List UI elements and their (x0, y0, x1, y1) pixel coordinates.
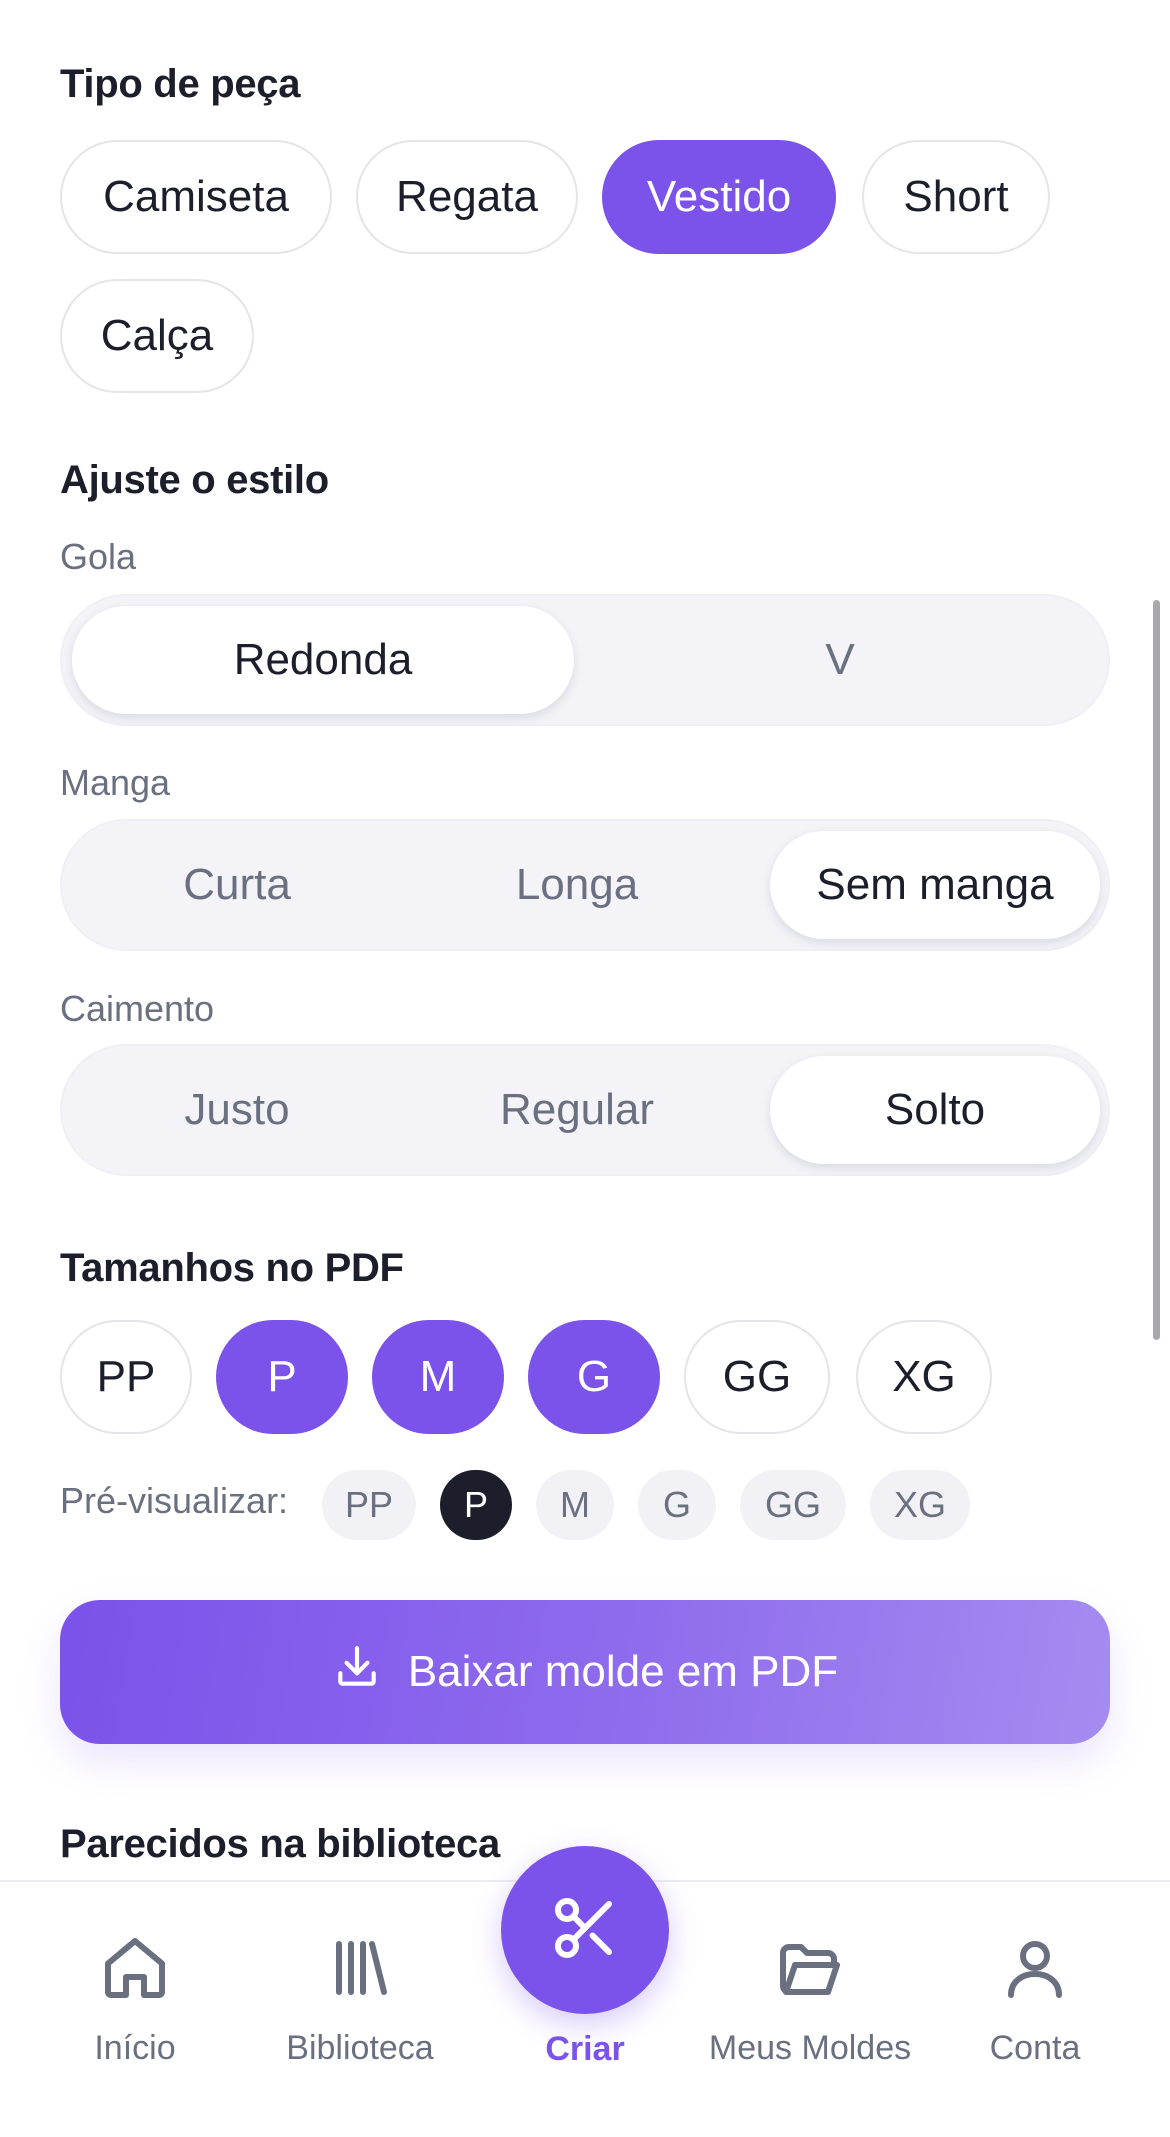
piece-chip-regata[interactable]: Regata (356, 140, 578, 254)
library-icon (324, 1932, 396, 2009)
piece-chip-short[interactable]: Short (862, 140, 1050, 254)
caimento-option-solto[interactable]: Solto (770, 1056, 1100, 1164)
caimento-option-regular[interactable]: Regular (412, 1056, 742, 1164)
preview-chip-xg[interactable]: XG (870, 1470, 970, 1540)
size-chip-p[interactable]: P (216, 1320, 348, 1434)
preview-chip-gg[interactable]: GG (740, 1470, 846, 1540)
preview-chip-pp[interactable]: PP (322, 1470, 416, 1540)
manga-option-curta[interactable]: Curta (72, 831, 402, 939)
gola-option-redonda[interactable]: Redonda (72, 606, 574, 714)
download-icon (332, 1642, 382, 1703)
user-icon (999, 1932, 1071, 2009)
manga-label: Manga (60, 762, 171, 803)
nav-label-criar[interactable]: Criar (485, 2030, 685, 2069)
nav-label-conta: Conta (989, 2029, 1081, 2067)
piece-type-title: Tipo de peça (60, 62, 301, 106)
piece-chip-calca[interactable]: Calça (60, 279, 254, 393)
manga-segmented: Curta Longa Sem manga (60, 819, 1110, 951)
piece-chip-vestido[interactable]: Vestido (602, 140, 836, 254)
folder-icon (774, 1932, 846, 2009)
create-fab-button[interactable] (501, 1846, 669, 2014)
caimento-label: Caimento (60, 988, 215, 1029)
pattern-creator-screen: Tipo de peça Camiseta Regata Vestido Sho… (0, 0, 1170, 2137)
sizes-title: Tamanhos no PDF (60, 1246, 404, 1290)
nav-item-biblioteca[interactable]: Biblioteca (260, 1932, 460, 2068)
piece-chip-camiseta[interactable]: Camiseta (60, 140, 332, 254)
gola-label: Gola (60, 536, 137, 577)
gola-segmented: Redonda V (60, 594, 1110, 726)
size-chip-pp[interactable]: PP (60, 1320, 192, 1434)
caimento-option-justo[interactable]: Justo (72, 1056, 402, 1164)
nav-label-inicio: Início (94, 2029, 176, 2067)
download-pdf-button[interactable]: Baixar molde em PDF (60, 1600, 1110, 1744)
preview-chip-p[interactable]: P (440, 1470, 512, 1540)
nav-item-inicio[interactable]: Início (35, 1932, 235, 2068)
size-chip-xg[interactable]: XG (856, 1320, 992, 1434)
download-button-label: Baixar molde em PDF (407, 1647, 839, 1696)
nav-label-biblioteca: Biblioteca (286, 2029, 434, 2067)
scrollbar[interactable] (1153, 600, 1160, 1340)
preview-chip-m[interactable]: M (536, 1470, 614, 1540)
preview-chip-g[interactable]: G (638, 1470, 716, 1540)
size-chip-gg[interactable]: GG (684, 1320, 830, 1434)
nav-item-meus-moldes[interactable]: Meus Moldes (708, 1932, 912, 2068)
nav-item-conta[interactable]: Conta (935, 1932, 1135, 2068)
nav-label-meus-moldes: Meus Moldes (708, 2029, 912, 2067)
gola-option-v[interactable]: V (584, 606, 1096, 714)
scissors-icon (549, 1892, 621, 1969)
home-icon (99, 1932, 171, 2009)
style-title: Ajuste o estilo (60, 458, 329, 502)
size-chip-g[interactable]: G (528, 1320, 660, 1434)
size-chip-m[interactable]: M (372, 1320, 504, 1434)
similar-title: Parecidos na biblioteca (60, 1822, 500, 1866)
manga-option-longa[interactable]: Longa (412, 831, 742, 939)
preview-label: Pré-visualizar: (60, 1480, 289, 1521)
manga-option-sem-manga[interactable]: Sem manga (770, 831, 1100, 939)
caimento-segmented: Justo Regular Solto (60, 1044, 1110, 1176)
